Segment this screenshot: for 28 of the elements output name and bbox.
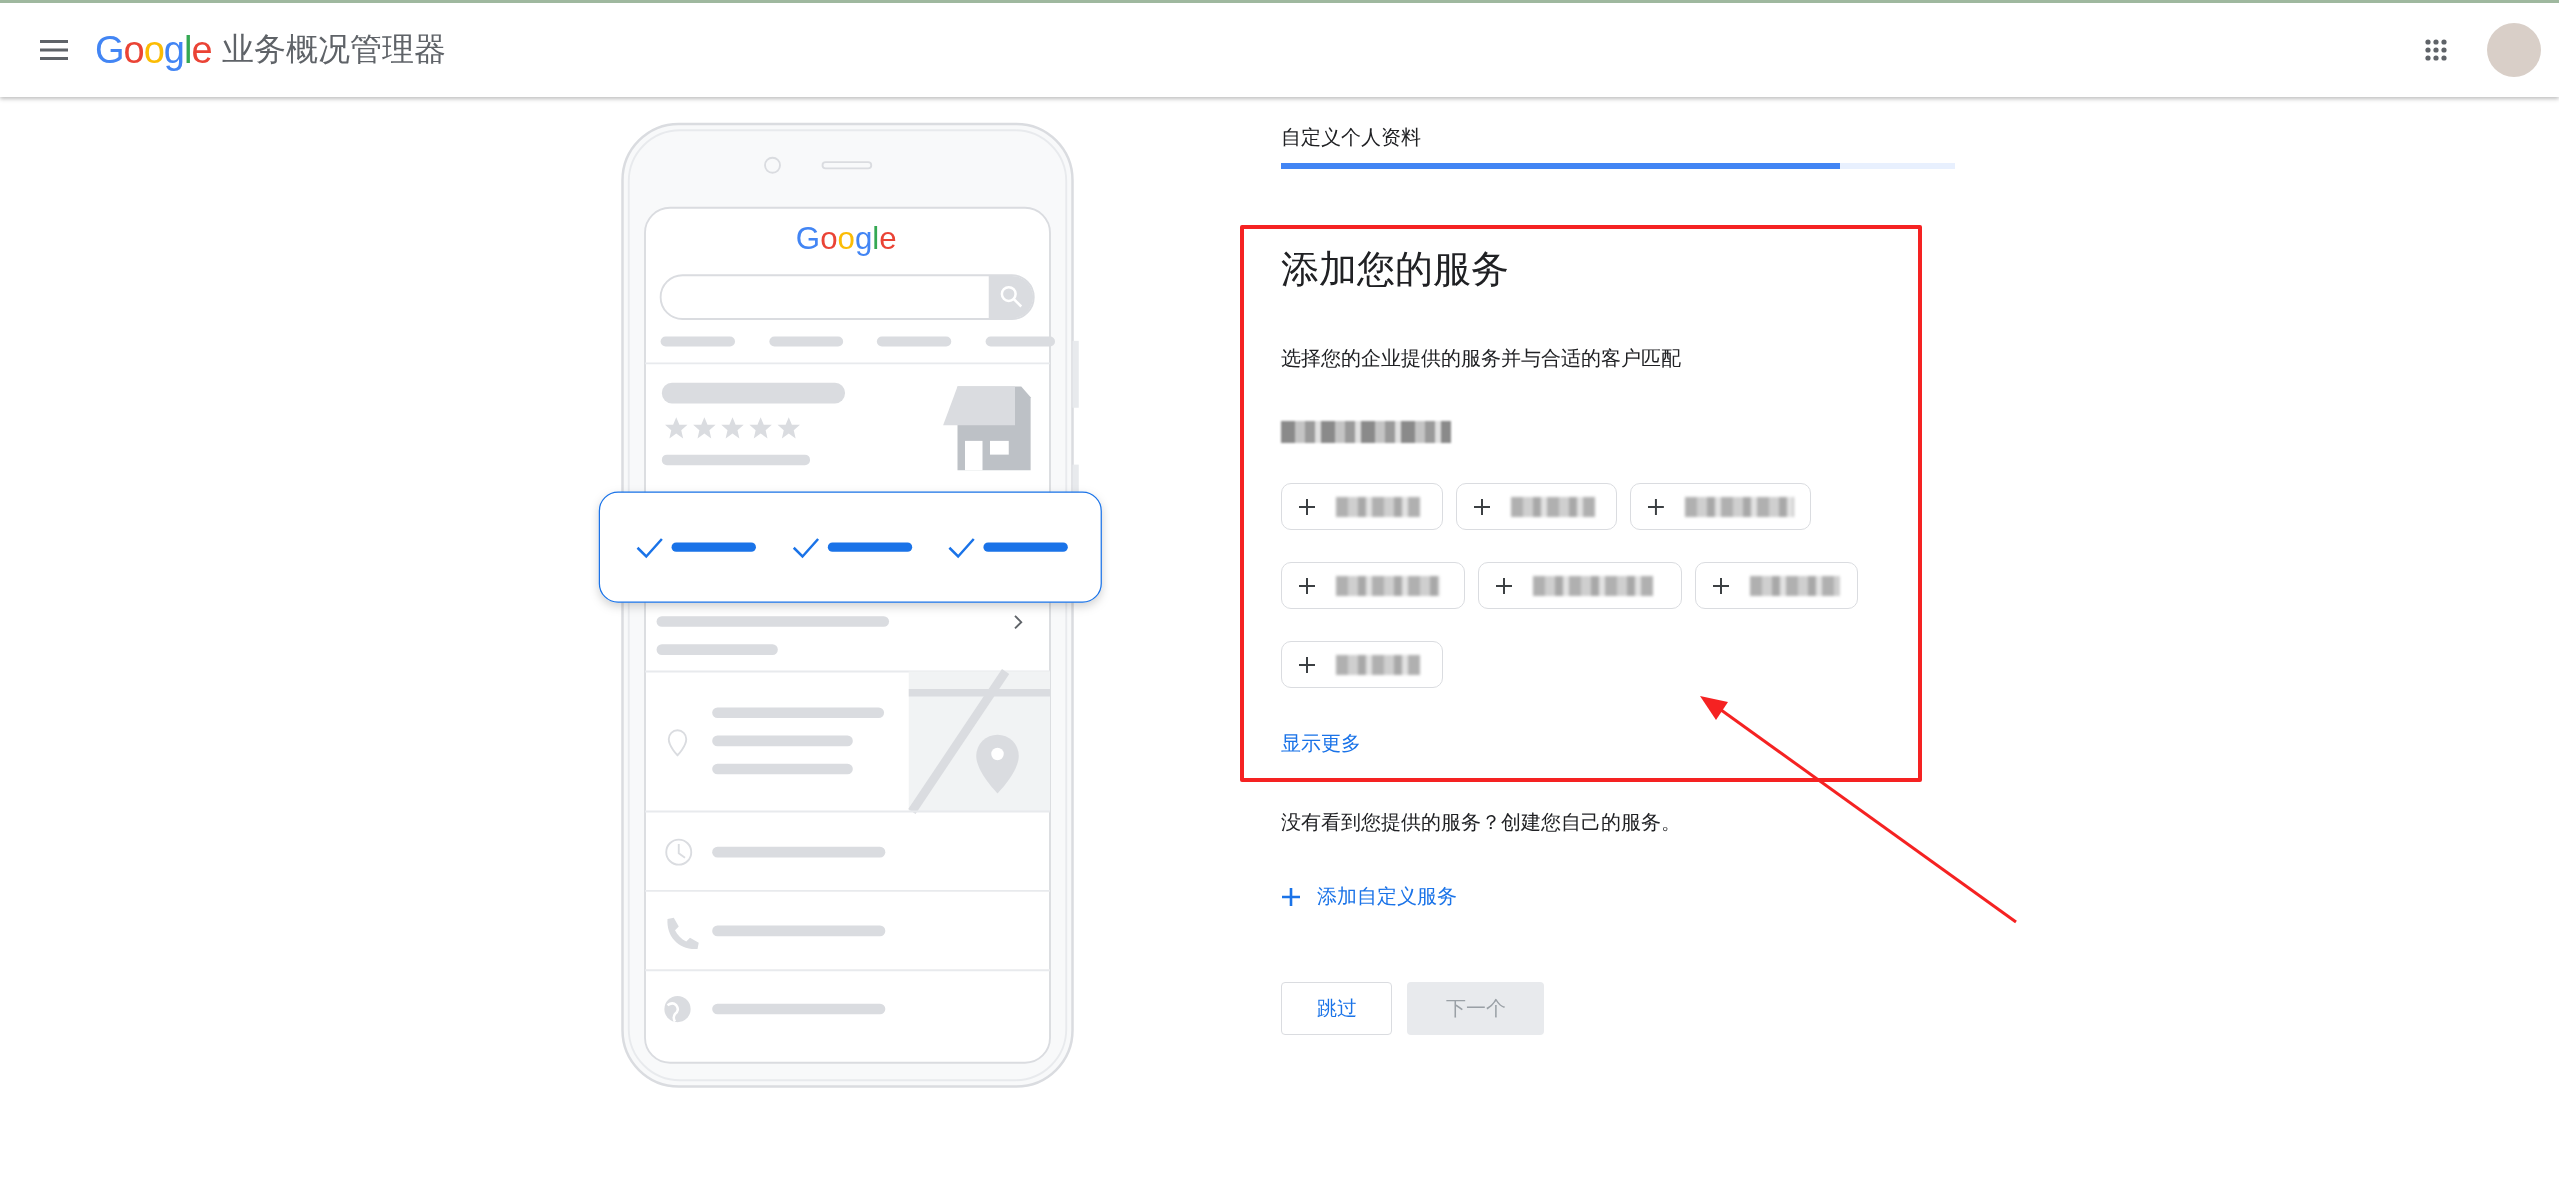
add-custom-service-button[interactable]: 添加自定义服务 bbox=[1281, 883, 1457, 910]
service-chip[interactable] bbox=[1281, 483, 1443, 530]
service-chip[interactable] bbox=[1630, 483, 1811, 530]
google-logo: Google bbox=[795, 221, 897, 256]
service-chip[interactable] bbox=[1478, 562, 1682, 609]
show-more-link[interactable]: 显示更多 bbox=[1281, 730, 1361, 757]
plus-icon bbox=[1298, 497, 1316, 516]
skip-button[interactable]: 跳过 bbox=[1281, 982, 1392, 1035]
apps-grid-icon[interactable] bbox=[2425, 39, 2447, 61]
plus-icon bbox=[1473, 497, 1491, 516]
service-chip[interactable] bbox=[1695, 562, 1858, 609]
plus-icon bbox=[1298, 655, 1316, 674]
app-title: 业务概况管理器 bbox=[221, 30, 446, 69]
plus-icon bbox=[1495, 576, 1513, 595]
step-label: 自定义个人资料 bbox=[1281, 125, 1421, 149]
menu-icon[interactable] bbox=[40, 40, 68, 60]
section-subtitle: 选择您的企业提供的服务并与合适的客户匹配 bbox=[1281, 346, 1681, 371]
service-chip[interactable] bbox=[1281, 641, 1443, 688]
plus-icon bbox=[1647, 497, 1665, 516]
avatar[interactable] bbox=[2487, 23, 2541, 77]
plus-icon bbox=[1712, 576, 1730, 595]
plus-icon bbox=[1298, 576, 1316, 595]
plus-icon bbox=[1281, 886, 1301, 907]
service-chip[interactable] bbox=[1456, 483, 1617, 530]
service-chip[interactable] bbox=[1281, 562, 1465, 609]
section-title: 添加您的服务 bbox=[1281, 247, 1509, 292]
google-logo[interactable]: Google bbox=[95, 28, 212, 72]
custom-service-prompt: 没有看到您提供的服务？创建您自己的服务。 bbox=[1281, 810, 1681, 835]
